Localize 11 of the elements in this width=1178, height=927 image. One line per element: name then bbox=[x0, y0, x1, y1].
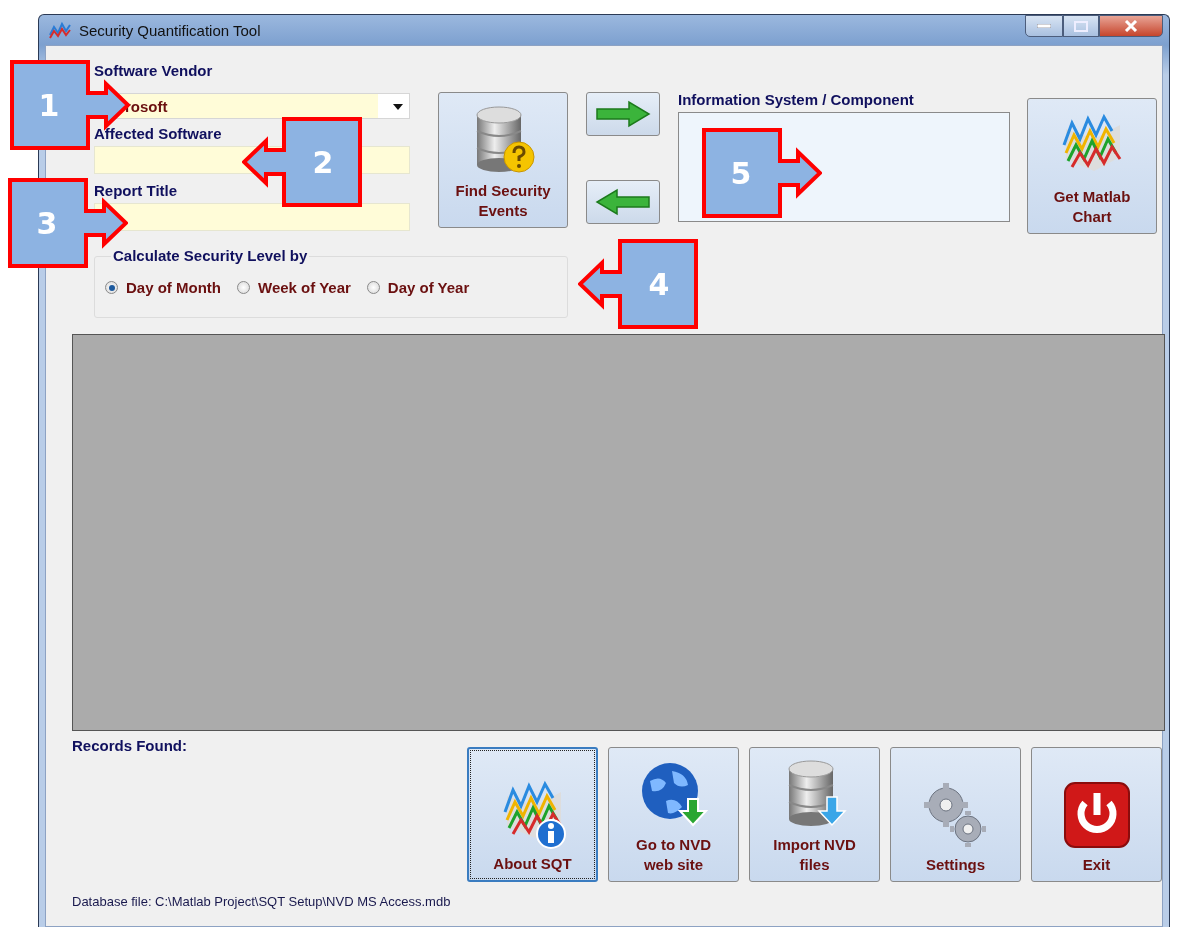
records-label: Records Found: bbox=[72, 737, 188, 756]
window-title: Security Quantification Tool bbox=[79, 21, 262, 39]
callout-tooltip: 4 bbox=[578, 239, 698, 329]
status-text: Database file: C:\Matlab Project\SQT Setup\NVD MS Access.mdb bbox=[72, 894, 452, 909]
field-label: Affected Software bbox=[94, 125, 223, 142]
field-label: Report Title bbox=[94, 182, 179, 199]
callout-tooltip: 5 bbox=[702, 128, 822, 218]
callout-tooltip: 2 bbox=[242, 117, 362, 207]
group-title: Calculate Security Level by bbox=[111, 247, 310, 264]
list-label: Information System / Component bbox=[678, 91, 915, 108]
field-label: Software Vendor bbox=[94, 62, 214, 79]
